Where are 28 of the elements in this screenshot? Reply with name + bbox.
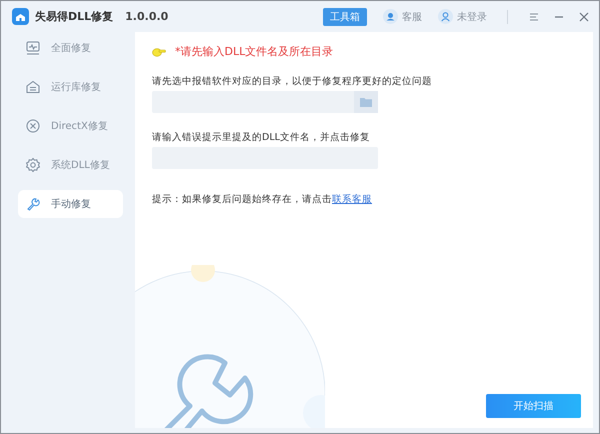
hint-text: 提示：如果修复后问题始终存在，请点击联系客服 (152, 193, 373, 206)
directory-field[interactable] (152, 91, 378, 113)
sidebar-item[interactable]: 全面修复 (18, 34, 123, 62)
gear-icon (25, 157, 41, 173)
sidebar-item[interactable]: 运行库修复 (18, 73, 123, 101)
app-logo-icon (12, 8, 29, 25)
browse-folder-button[interactable] (354, 91, 378, 113)
contact-support-link[interactable]: 联系客服 (332, 194, 372, 205)
sidebar-item[interactable]: DirectX修复 (18, 112, 123, 140)
directory-label: 请先选中报错软件对应的目录，以便于修复程序更好的定位问题 (152, 75, 433, 88)
login-button[interactable]: 未登录 (438, 9, 487, 24)
close-icon[interactable] (579, 12, 589, 22)
start-scan-button[interactable]: 开始扫描 (486, 394, 581, 418)
folder-icon (360, 97, 372, 107)
support-button[interactable]: 客服 (383, 9, 422, 24)
instruction-heading: *请先输入DLL文件名及所在目录 (175, 44, 334, 59)
filename-label: 请输入错误提示里提及的DLL文件名，并点击修复 (152, 131, 371, 144)
app-title: 失易得DLL修复 (35, 9, 114, 24)
user-icon (438, 9, 453, 24)
close-circle-icon (25, 118, 41, 134)
menu-icon[interactable] (529, 12, 539, 22)
list-house-icon (25, 79, 41, 95)
sidebar-item[interactable]: 系统DLL修复 (18, 151, 123, 179)
monitor-icon (25, 40, 41, 56)
version-label: 1.0.0.0 (125, 10, 168, 23)
wrench-icon (25, 196, 41, 212)
sidebar-item[interactable]: 手动修复 (18, 190, 123, 218)
toolbox-button[interactable]: 工具箱 (323, 8, 367, 26)
